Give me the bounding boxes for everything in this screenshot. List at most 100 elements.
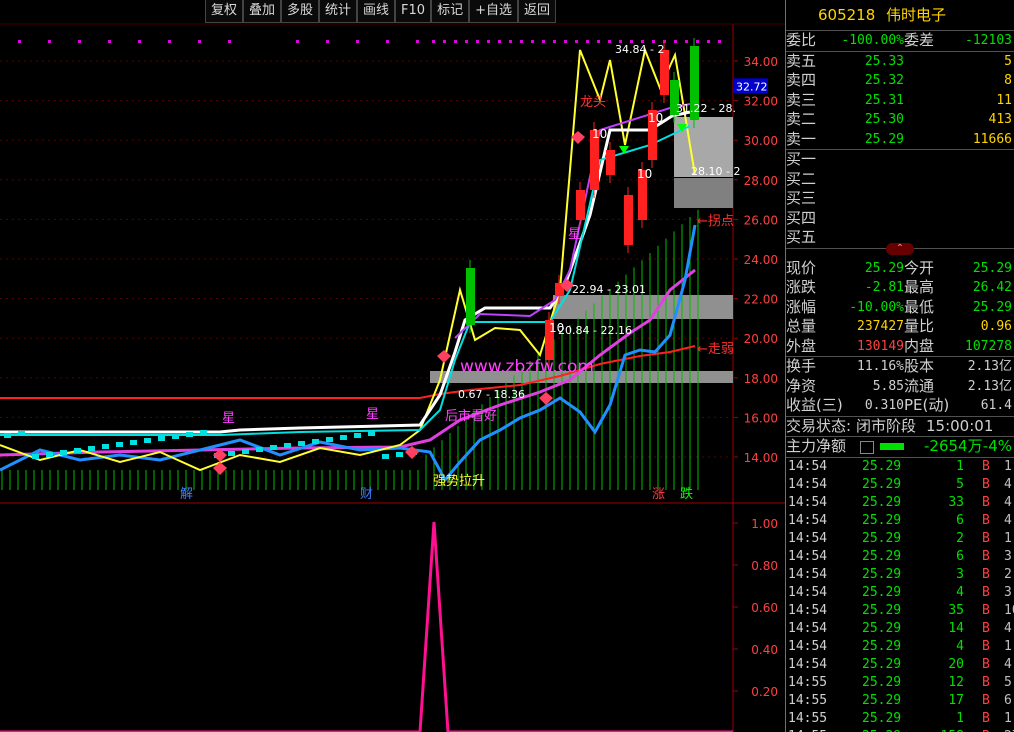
bid-row[interactable]: 买二	[786, 170, 1014, 190]
tick-list[interactable]: 14:54 25.29 1 B 1 14:54 25.29 5 B 4 14:54 25.29 33 B 4…	[786, 458, 1014, 732]
expand-icon[interactable]: ⌃	[886, 242, 914, 255]
bid-label: 买二	[786, 169, 817, 188]
price-tick: 28.00	[744, 174, 778, 188]
toolbar-button-5[interactable]: F10	[395, 0, 432, 23]
kline-chart-area[interactable]: 34.00 32.00 30.00 28.00 26.00 24.00 22.00 20.00…	[0, 0, 785, 732]
wc-label: 委差	[904, 31, 935, 49]
stats-row: 净资 5.85 流通 2.13亿	[786, 377, 1014, 397]
event-label: 跌	[680, 486, 693, 502]
candle-body	[116, 442, 123, 447]
stats-label: 收益(三)	[786, 396, 843, 414]
signal-dot	[685, 40, 688, 43]
toolbar-button-6[interactable]: 标记	[431, 0, 470, 23]
candle-body	[298, 441, 305, 446]
indicator-tick: 0.40	[751, 643, 778, 657]
candle-body	[382, 454, 389, 459]
limit-label: 10	[549, 321, 564, 335]
tick-row: 14:54 25.29 35 B 10	[786, 602, 1014, 620]
tick-volume: 3	[956, 566, 964, 582]
tick-volume: 4	[956, 584, 964, 600]
indicator-line	[0, 521, 733, 732]
candle-body	[186, 432, 193, 437]
candle-body	[660, 50, 669, 95]
tick-extra: 27	[1004, 728, 1014, 732]
candle-body	[130, 440, 137, 445]
tick-price: 25.29	[862, 602, 902, 618]
toolbar-button-3[interactable]: 统计	[319, 0, 358, 23]
tick-side: B	[982, 620, 990, 636]
signal-dot	[487, 40, 490, 43]
bid-row[interactable]: 买四	[786, 209, 1014, 229]
tick-price: 25.29	[862, 476, 902, 492]
candle-body	[606, 150, 615, 175]
stock-name: 伟时电子	[886, 6, 947, 24]
tick-time: 14:54	[788, 530, 828, 546]
tick-price: 25.29	[862, 692, 902, 708]
signal-dot	[168, 40, 171, 43]
tick-time: 14:54	[788, 548, 828, 564]
signal-dot	[476, 40, 479, 43]
stats-value: 5.85	[872, 378, 904, 394]
ask-row[interactable]: 卖二 25.30 413	[786, 110, 1014, 130]
tick-price: 25.29	[862, 638, 902, 654]
tick-time: 14:55	[788, 674, 828, 690]
candle-body	[576, 190, 585, 220]
dragon-label: 龙头	[580, 95, 606, 110]
bid-label: 买一	[786, 150, 817, 168]
toggle-icon[interactable]	[860, 441, 874, 454]
ask-price: 25.32	[864, 73, 904, 88]
quote-row: 总量 237427 量比 0.96	[786, 317, 1014, 337]
tick-side: B	[982, 602, 990, 618]
stats-value-2: 61.4	[980, 398, 1012, 413]
quote-value: 25.29	[864, 260, 904, 276]
stats-label-2: PE(动)	[904, 396, 950, 414]
tick-time: 14:54	[788, 458, 828, 474]
toolbar-button-7[interactable]: +自选	[469, 0, 518, 23]
toolbar-button-2[interactable]: 多股	[280, 0, 319, 23]
quote-label: 现价	[786, 258, 817, 277]
event-label: 财	[360, 487, 373, 502]
candle-body	[32, 454, 39, 459]
signal-dot	[586, 40, 589, 43]
candle-body	[172, 434, 179, 439]
candle-body	[18, 431, 25, 436]
ask-price: 25.30	[864, 112, 904, 127]
price-tick: 26.00	[744, 213, 778, 227]
tick-row: 14:55 25.29 1 B 1	[786, 710, 1014, 728]
tick-volume: 1	[956, 710, 964, 726]
quote-label: 总量	[786, 317, 817, 335]
signal-dot	[696, 40, 699, 43]
main-flow-pct: -4%	[982, 437, 1012, 455]
toolbar-button-0[interactable]: 复权	[204, 0, 243, 23]
ask-row[interactable]: 卖一 25.29 11666	[786, 130, 1014, 150]
ask-volume: 8	[1004, 73, 1012, 88]
tick-volume: 1	[956, 458, 964, 474]
toolbar-button-1[interactable]: 叠加	[242, 0, 281, 23]
star-label: 星	[222, 411, 235, 426]
tick-time: 14:55	[788, 728, 827, 732]
tick-volume: 33	[948, 494, 964, 510]
ask-row[interactable]: 卖五 25.33 5	[786, 52, 1014, 72]
candle-body	[242, 449, 249, 454]
quote-label-2: 最高	[904, 278, 935, 296]
main-flow-value: -2654万	[924, 437, 983, 455]
signal-dot	[553, 40, 556, 43]
tick-volume: 6	[956, 512, 964, 528]
candle-body	[256, 447, 263, 452]
bid-row[interactable]: 买一	[786, 150, 1014, 170]
ask-row[interactable]: 卖三 25.31 11	[786, 91, 1014, 111]
toolbar-button-8[interactable]: 返回	[517, 0, 556, 23]
tick-extra: 1	[1004, 710, 1012, 726]
bid-row[interactable]: 买三	[786, 189, 1014, 209]
kline-chart-svg[interactable]: 34.00 32.00 30.00 28.00 26.00 24.00 22.00 20.00…	[0, 0, 785, 732]
tick-side: B	[982, 674, 990, 690]
stats-value: 0.310	[864, 398, 904, 413]
quote-label-2: 今开	[904, 258, 935, 277]
ask-row[interactable]: 卖四 25.32 8	[786, 71, 1014, 91]
stock-code: 605218	[818, 6, 876, 24]
tick-row: 14:54 25.29 3 B 2	[786, 566, 1014, 584]
toolbar-button-4[interactable]: 画线	[357, 0, 396, 23]
watermark-text: www.zbzfw.com	[460, 357, 594, 377]
stock-header[interactable]: 605218 伟时电子	[786, 0, 1014, 31]
current-price-label: 32.72	[736, 80, 768, 93]
